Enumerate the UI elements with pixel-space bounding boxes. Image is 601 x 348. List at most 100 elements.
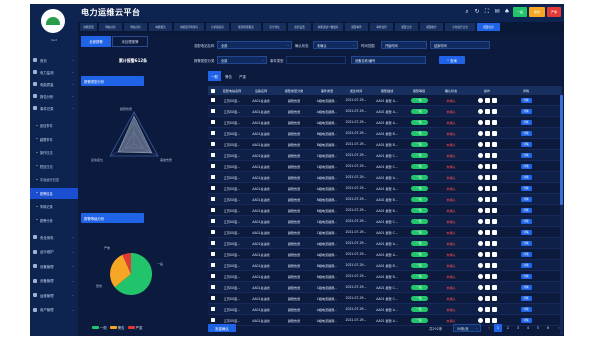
row-checkbox[interactable] [208,271,218,281]
row-checkbox[interactable] [208,106,218,116]
confirm-icon[interactable] [477,152,483,158]
tab-level-general[interactable]: 一般 [208,71,221,81]
share-icon[interactable] [484,284,490,290]
sidebar-item[interactable]: 运维管理 ⌄ [30,289,78,301]
detail-button[interactable]: 详情 [520,141,532,147]
video-icon[interactable] [491,97,497,103]
tab-item[interactable]: 用能表缺少数据库 [313,23,343,31]
confirm-icon[interactable] [477,295,483,301]
video-icon[interactable] [491,284,497,290]
share-icon[interactable] [484,141,490,147]
row-checkbox[interactable] [208,249,218,259]
row-checkbox[interactable] [208,172,218,182]
prev-page-button[interactable]: ‹ [485,324,493,332]
next-page-button[interactable]: › [555,324,563,332]
detail-button[interactable]: 详情 [520,119,532,125]
share-icon[interactable] [484,295,490,301]
share-icon[interactable] [484,207,490,213]
sidebar-item[interactable]: 用户管理 ⌄ [30,304,78,316]
select-all-checkbox[interactable] [208,86,218,95]
video-icon[interactable] [491,262,497,268]
video-icon[interactable] [491,306,497,312]
tab-level-severe[interactable]: 严重 [236,71,249,81]
sidebar-item[interactable]: 设备管理 ⌄ [30,260,78,272]
detail-button[interactable]: 详情 [520,229,532,235]
confirm-icon[interactable] [477,108,483,114]
row-checkbox[interactable] [208,304,218,314]
video-icon[interactable] [491,218,497,224]
tab-level-warning[interactable]: 警告 [222,71,235,81]
query-button[interactable]: ⌕ 查询 [439,56,465,64]
confirm-icon[interactable] [477,163,483,169]
page-button[interactable]: 4 [524,324,532,332]
share-icon[interactable] [484,306,490,312]
sidebar-subitem[interactable]: • 操作日志 [30,147,78,158]
page-button[interactable]: 2 [504,324,512,332]
confirm-select[interactable]: 未确认 ⌄ [313,41,358,49]
detail-button[interactable]: 详情 [520,251,532,257]
tab-item[interactable]: 报警日志 [395,23,418,31]
detail-button[interactable]: 详情 [520,306,532,312]
row-checkbox[interactable] [208,150,218,160]
tab-item[interactable]: 场站分析 [124,23,147,31]
confirm-icon[interactable] [477,207,483,213]
confirm-icon[interactable] [477,251,483,257]
tab-item[interactable]: 用能运行场景库 [174,23,204,31]
share-icon[interactable] [484,229,490,235]
share-icon[interactable] [484,152,490,158]
row-checkbox[interactable] [208,95,218,105]
page-size-select[interactable]: 50条/页 ⌄ [453,324,481,332]
tab-item[interactable]: 报警信息 [477,23,500,31]
detail-button[interactable]: 详情 [520,240,532,246]
share-icon[interactable] [484,240,490,246]
detail-button[interactable]: 详情 [520,185,532,191]
detail-button[interactable]: 详情 [520,163,532,169]
seg-all-alarms[interactable]: 全部报警 [81,36,111,47]
confirm-icon[interactable] [477,119,483,125]
detail-button[interactable]: 详情 [520,174,532,180]
table-scrollbar[interactable] [560,95,563,335]
video-icon[interactable] [491,174,497,180]
share-icon[interactable] [484,108,490,114]
confirm-icon[interactable] [477,262,483,268]
sidebar-item[interactable]: 设备管理 ⌄ [30,275,78,287]
device-search-input[interactable]: 设备名称/编号 [351,56,426,64]
tab-item[interactable]: 分析报表库 [206,23,229,31]
share-icon[interactable] [484,97,490,103]
type-select[interactable]: 全部 ⌄ [217,56,267,64]
detail-button[interactable]: 详情 [520,196,532,202]
sidebar-subitem[interactable]: • 短信日志 [30,161,78,172]
sidebar-item[interactable]: 首页 ⌄ [30,54,78,66]
row-checkbox[interactable] [208,227,218,237]
confirm-icon[interactable] [477,141,483,147]
tab-item[interactable]: 能源管理报表 [231,23,261,31]
sidebar-item[interactable]: 运行维护 ⌄ [30,246,78,258]
video-icon[interactable] [491,207,497,213]
share-icon[interactable] [484,262,490,268]
detail-button[interactable]: 详情 [520,218,532,224]
page-button[interactable]: 3 [514,324,522,332]
sidebar-item[interactable]: 安全用电 ⌄ [30,231,78,243]
video-icon[interactable] [491,130,497,136]
share-icon[interactable] [484,163,490,169]
detail-button[interactable]: 详情 [520,108,532,114]
detail-button[interactable]: 详情 [520,97,532,103]
confirm-icon[interactable] [477,240,483,246]
confirm-icon[interactable] [477,196,483,202]
confirm-icon[interactable] [477,97,483,103]
tab-item[interactable]: 场站分析 [99,23,122,31]
confirm-icon[interactable] [477,306,483,312]
row-checkbox[interactable] [208,293,218,303]
row-checkbox[interactable] [208,194,218,204]
page-button[interactable]: 6 [544,324,552,332]
batch-confirm-button[interactable]: 批量确认 [208,324,236,332]
share-icon[interactable] [484,218,490,224]
row-checkbox[interactable] [208,183,218,193]
row-checkbox[interactable] [208,161,218,171]
badge-warning[interactable]: 警告 [529,7,545,17]
share-icon[interactable] [484,119,490,125]
share-icon[interactable] [484,185,490,191]
start-time-input[interactable]: 开始时间 [381,41,427,49]
station-select[interactable]: 全部 ⌕ [217,41,292,49]
share-icon[interactable] [484,251,490,257]
